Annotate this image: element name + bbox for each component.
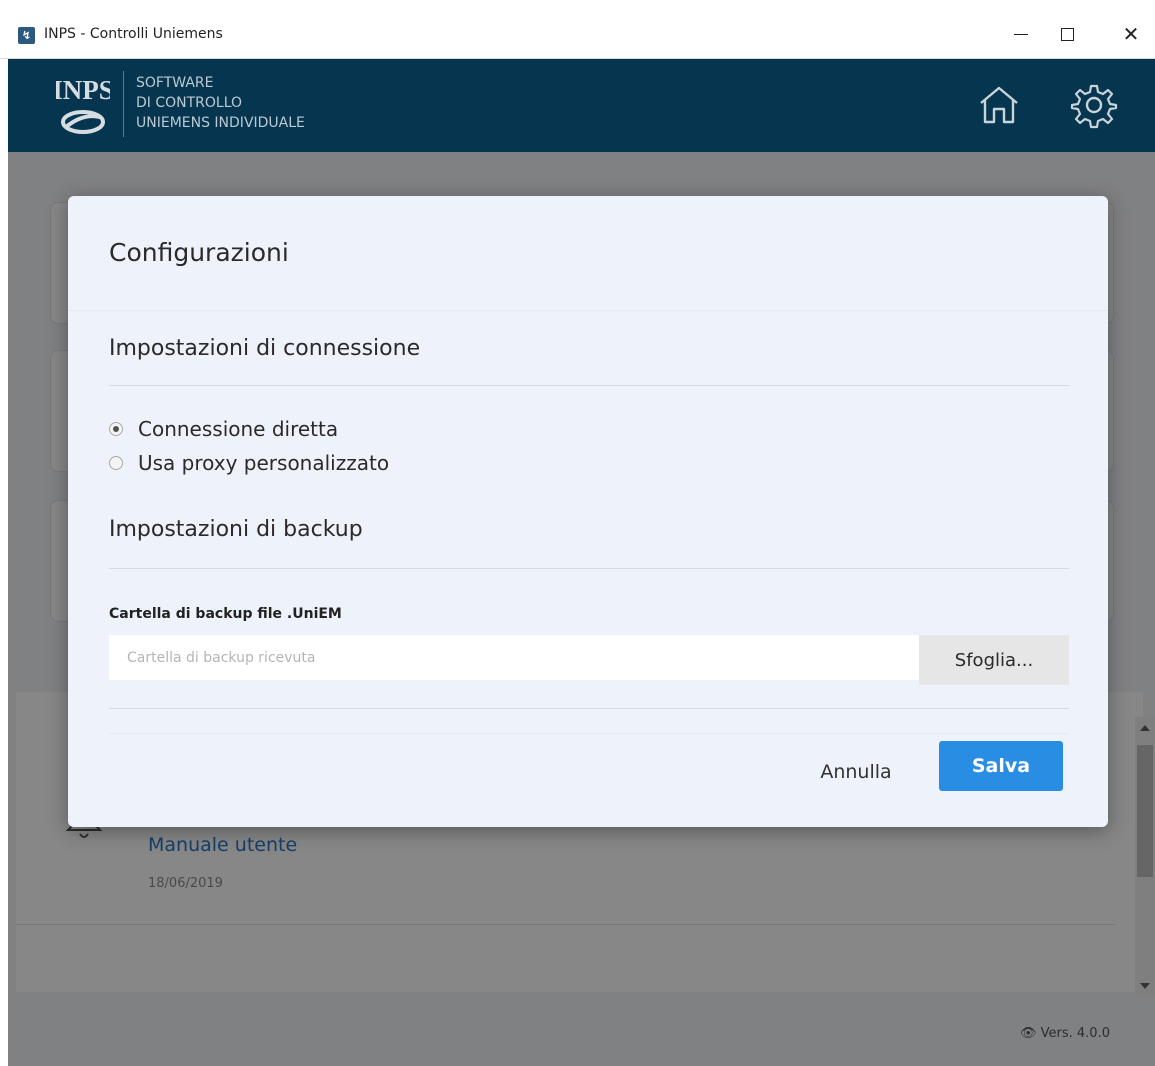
backup-section-title: Impostazioni di backup bbox=[109, 517, 363, 542]
home-icon[interactable] bbox=[975, 81, 1023, 129]
section-divider bbox=[109, 568, 1069, 569]
backup-folder-input[interactable] bbox=[109, 635, 919, 680]
header-line: DI CONTROLLO bbox=[136, 95, 243, 111]
browse-button[interactable]: Sfoglia... bbox=[919, 635, 1069, 685]
modal-footer-divider bbox=[109, 733, 1069, 734]
maximize-icon bbox=[1060, 27, 1074, 41]
header-line: UNIEMENS INDIVIDUALE bbox=[136, 115, 305, 131]
configuration-modal: Configurazioni Impostazioni di connessio… bbox=[68, 196, 1108, 827]
radio-label: Connessione diretta bbox=[138, 417, 339, 441]
logo-text: INPS bbox=[56, 75, 110, 105]
save-button[interactable]: Salva bbox=[939, 741, 1063, 791]
maximize-button[interactable] bbox=[1044, 14, 1090, 54]
cancel-button[interactable]: Annulla bbox=[801, 750, 911, 794]
section-divider bbox=[109, 385, 1069, 386]
radio-button[interactable] bbox=[109, 456, 123, 470]
modal-title: Configurazioni bbox=[109, 238, 289, 267]
minimize-icon bbox=[1014, 33, 1028, 35]
radio-label: Usa proxy personalizzato bbox=[138, 451, 390, 475]
header-subtitle: SOFTWARE DI CONTROLLO UNIEMENS INDIVIDUA… bbox=[136, 73, 305, 133]
app-header: INPS SOFTWARE DI CONTROLLO UNIEMENS INDI… bbox=[8, 59, 1155, 152]
gear-icon[interactable] bbox=[1070, 81, 1118, 129]
connection-section-title: Impostazioni di connessione bbox=[109, 336, 421, 361]
backup-folder-label: Cartella di backup file .UniEM bbox=[109, 606, 342, 622]
app-icon: ↯ bbox=[18, 27, 35, 44]
window-titlebar: ↯ INPS - Controlli Uniemens ✕ bbox=[0, 0, 1155, 59]
modal-header-divider bbox=[68, 310, 1108, 311]
close-button[interactable]: ✕ bbox=[1108, 14, 1154, 54]
header-line: SOFTWARE bbox=[136, 75, 214, 91]
window-title: INPS - Controlli Uniemens bbox=[44, 26, 223, 42]
header-separator bbox=[123, 71, 124, 137]
radio-button[interactable] bbox=[109, 422, 123, 436]
section-divider bbox=[109, 708, 1069, 709]
close-icon: ✕ bbox=[1122, 22, 1140, 46]
inps-logo: INPS bbox=[56, 75, 110, 134]
minimize-button[interactable] bbox=[998, 14, 1044, 54]
